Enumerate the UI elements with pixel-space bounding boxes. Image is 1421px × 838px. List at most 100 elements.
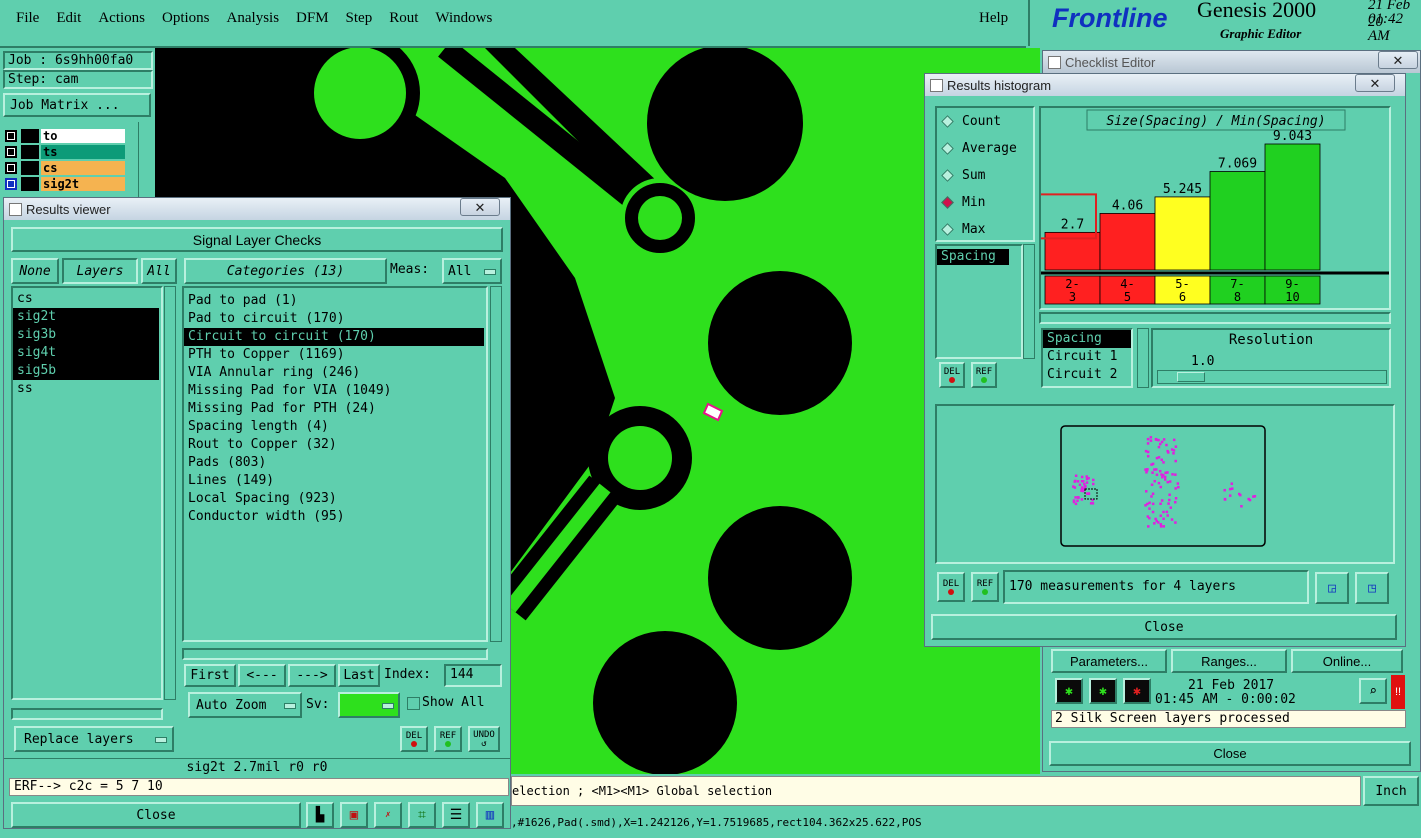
measure-select-listbox[interactable]: Spacing Circuit 1 Circuit 2 (1041, 328, 1133, 388)
histogram-bar[interactable] (1209, 171, 1266, 271)
layer-row[interactable]: to (5, 128, 125, 144)
measure-select-item[interactable]: Circuit 2 (1043, 366, 1131, 384)
menu-step[interactable]: Step (346, 10, 373, 27)
categories-hscroll[interactable] (182, 648, 488, 660)
menu-edit[interactable]: Edit (56, 10, 81, 27)
close-icon[interactable]: ✕ (1378, 51, 1418, 69)
mode-sum[interactable]: Sum (937, 162, 1033, 189)
category-item[interactable]: PTH to Copper (1169) (184, 346, 484, 364)
layer-toggle-icon[interactable] (5, 130, 17, 142)
category-item[interactable]: Spacing length (4) (184, 418, 484, 436)
radio-diamond-icon[interactable] (941, 169, 954, 182)
mode-max[interactable]: Max (937, 216, 1033, 243)
run-selected-icon[interactable]: ✱ (1089, 678, 1117, 704)
checklist-close-button[interactable]: Close (1049, 741, 1411, 766)
histogram-bar[interactable] (1099, 213, 1156, 271)
chart-icon[interactable]: ⌗ (408, 802, 436, 828)
job-matrix-button[interactable]: Job Matrix ... (3, 93, 151, 117)
category-item[interactable]: Rout to Copper (32) (184, 436, 484, 454)
menu-windows[interactable]: Windows (435, 10, 492, 27)
hist-del-button[interactable]: DEL (939, 362, 965, 388)
measure-listbox[interactable]: Spacing (935, 244, 1023, 359)
zoom-box-alt-icon[interactable]: ◳ (1355, 572, 1389, 604)
layers-listbox[interactable]: cs sig2t sig3b sig4t sig5b ss (11, 286, 163, 700)
menu-analysis[interactable]: Analysis (227, 10, 280, 27)
results-viewer-close-button[interactable]: Close (11, 802, 301, 828)
parameters-button[interactable]: Parameters... (1051, 649, 1167, 673)
radio-diamond-icon[interactable] (941, 115, 954, 128)
category-item[interactable]: Circuit to circuit (170) (184, 328, 484, 346)
show-all-checkbox[interactable] (407, 697, 420, 710)
layer-item[interactable]: sig4t (13, 344, 159, 362)
checklist-titlebar[interactable]: Checklist Editor (1043, 51, 1420, 73)
measure-select-item[interactable]: Spacing (1043, 330, 1131, 348)
help-menu[interactable]: Help (979, 10, 1008, 27)
histogram-bar[interactable] (1154, 196, 1211, 271)
layer-toggle-icon[interactable] (5, 178, 17, 190)
meas-dropdown[interactable]: All (442, 258, 502, 284)
results-viewer-titlebar[interactable]: Results viewer (4, 198, 510, 220)
zoom-icon[interactable]: ⌕ (1359, 678, 1387, 704)
menu-file[interactable]: File (16, 10, 39, 27)
layers-tab[interactable]: Layers (62, 258, 138, 284)
menu-dfm[interactable]: DFM (296, 10, 329, 27)
radio-diamond-icon[interactable] (941, 223, 954, 236)
radio-diamond-icon[interactable] (941, 196, 954, 209)
layer-item[interactable]: sig2t (13, 308, 159, 326)
layer-row[interactable]: cs (5, 160, 125, 176)
mode-min[interactable]: Min (937, 189, 1033, 216)
menu-rout[interactable]: Rout (389, 10, 418, 27)
layer-item[interactable]: ss (13, 380, 159, 398)
category-item[interactable]: Pad to circuit (170) (184, 310, 484, 328)
layer-item[interactable]: sig3b (13, 326, 159, 344)
mode-average[interactable]: Average (937, 135, 1033, 162)
undo-button[interactable]: UNDO ↺ (468, 726, 500, 752)
all-button[interactable]: All (141, 258, 177, 284)
layer-list-scrollbar[interactable] (138, 122, 150, 198)
categories-listbox[interactable]: Pad to pad (1) Pad to circuit (170) Circui… (182, 286, 488, 642)
chart-hscroll[interactable] (1039, 312, 1391, 324)
prev-button[interactable]: <--- (238, 664, 286, 687)
histogram-icon[interactable]: ▙ (306, 802, 334, 828)
measure-vscroll[interactable] (1023, 244, 1035, 359)
bars-icon[interactable]: ▥ (476, 802, 504, 828)
ref-button[interactable]: REF (434, 726, 462, 752)
scatter-del-button[interactable]: DEL (937, 572, 965, 602)
first-button[interactable]: First (184, 664, 236, 687)
layers-hscroll[interactable] (11, 708, 163, 720)
unit-button[interactable]: Inch (1363, 776, 1419, 806)
category-item[interactable]: Lines (149) (184, 472, 484, 490)
category-item[interactable]: VIA Annular ring (246) (184, 364, 484, 382)
hist-ref-button[interactable]: REF (971, 362, 997, 388)
layer-toggle-icon[interactable] (5, 162, 17, 174)
layer-item[interactable]: cs (13, 290, 159, 308)
layer-toggle-icon[interactable] (5, 146, 17, 158)
categories-vscroll[interactable] (490, 286, 502, 642)
close-icon[interactable]: ✕ (460, 198, 500, 216)
menu-options[interactable]: Options (162, 10, 210, 27)
zoom-box-icon[interactable]: ◲ (1315, 572, 1349, 604)
measure-item[interactable]: Spacing (937, 249, 1009, 265)
online-button[interactable]: Online... (1291, 649, 1403, 673)
radio-diamond-icon[interactable] (941, 142, 954, 155)
index-input[interactable]: 144 (444, 664, 502, 687)
sv-color-dropdown[interactable] (338, 692, 400, 718)
replace-layers-dropdown[interactable]: Replace layers (14, 726, 174, 752)
category-item[interactable]: Pads (803) (184, 454, 484, 472)
none-button[interactable]: None (11, 258, 59, 284)
next-button[interactable]: ---> (288, 664, 336, 687)
notes-icon[interactable]: ☰ (442, 802, 470, 828)
layer-row[interactable]: sig2t (5, 176, 125, 192)
close-icon[interactable]: ✕ (1355, 74, 1395, 92)
category-item[interactable]: Missing Pad for VIA (1049) (184, 382, 484, 400)
del-button[interactable]: DEL (400, 726, 428, 752)
report-icon[interactable]: ▣ (340, 802, 368, 828)
menu-actions[interactable]: Actions (98, 10, 145, 27)
last-button[interactable]: Last (338, 664, 380, 687)
histogram-close-button[interactable]: Close (931, 614, 1397, 640)
auto-zoom-dropdown[interactable]: Auto Zoom (188, 692, 302, 718)
measure-select-vscroll[interactable] (1137, 328, 1149, 388)
measure-select-item[interactable]: Circuit 1 (1043, 348, 1131, 366)
category-item[interactable]: Missing Pad for PTH (24) (184, 400, 484, 418)
category-item[interactable]: Local Spacing (923) (184, 490, 484, 508)
